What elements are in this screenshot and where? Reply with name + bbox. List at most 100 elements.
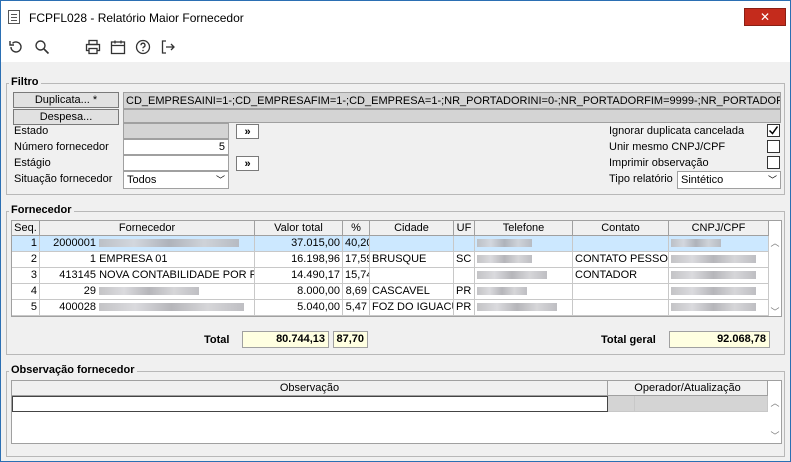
search-icon[interactable]: [33, 38, 51, 56]
estado-field[interactable]: [123, 123, 229, 139]
row-cidade[interactable]: [370, 268, 454, 284]
redacted-text: [671, 287, 756, 296]
toolbar: [1, 32, 790, 62]
col-header-operador[interactable]: Operador/Atualização: [608, 381, 768, 396]
row-pct[interactable]: 8,69: [343, 284, 370, 300]
row-telefone[interactable]: [475, 236, 573, 252]
row-cidade[interactable]: [370, 236, 454, 252]
total-valor: 80.744,13: [242, 331, 329, 348]
scroll-down-icon[interactable]: ﹀: [769, 305, 781, 316]
col-header-percent[interactable]: %: [343, 221, 370, 236]
row-uf[interactable]: PR: [454, 300, 475, 316]
row-cnpj[interactable]: [669, 300, 769, 316]
despesa-button[interactable]: Despesa...: [13, 109, 119, 125]
row-pct[interactable]: 40,20: [343, 236, 370, 252]
col-header-uf[interactable]: UF: [454, 221, 475, 236]
row-seq[interactable]: 5: [12, 300, 40, 316]
imprimir-observacao-checkbox[interactable]: [767, 156, 780, 169]
row-telefone[interactable]: [475, 300, 573, 316]
redacted-text: [671, 303, 756, 312]
row-cidade[interactable]: CASCAVEL: [370, 284, 454, 300]
row-pct[interactable]: 5,47: [343, 300, 370, 316]
ignorar-duplicata-checkbox[interactable]: [767, 124, 780, 137]
tipo-relatorio-value: Sintético: [681, 174, 724, 186]
row-cnpj[interactable]: [669, 268, 769, 284]
row-contato[interactable]: CONTATO PESSOA: [573, 252, 669, 268]
row-contato[interactable]: CONTADOR: [573, 268, 669, 284]
row-cnpj[interactable]: [669, 252, 769, 268]
row-telefone[interactable]: [475, 284, 573, 300]
col-header-observacao[interactable]: Observação: [12, 381, 608, 396]
estagio-more-button[interactable]: »: [236, 156, 259, 171]
row-contato[interactable]: [573, 236, 669, 252]
row-seq[interactable]: 3: [12, 268, 40, 284]
row-cnpj[interactable]: [669, 284, 769, 300]
row-valor[interactable]: 14.490,17: [255, 268, 343, 284]
duplicata-button[interactable]: Duplicata... *: [13, 92, 119, 108]
row-seq[interactable]: 2: [12, 252, 40, 268]
row-seq[interactable]: 1: [12, 236, 40, 252]
row-pct[interactable]: 15,74: [343, 268, 370, 284]
row-codigo: 29: [83, 285, 96, 297]
close-button[interactable]: ✕: [744, 8, 786, 26]
exit-icon[interactable]: [159, 38, 177, 56]
unir-cnpj-checkbox[interactable]: [767, 140, 780, 153]
row-valor[interactable]: 16.198,96: [255, 252, 343, 268]
window-title: FCPFL028 - Relatório Maior Fornecedor: [29, 11, 244, 25]
observacao-cell[interactable]: [12, 396, 608, 412]
help-icon[interactable]: [134, 38, 152, 56]
refresh-icon[interactable]: [7, 38, 25, 56]
row-codigo: 413145: [59, 269, 96, 281]
scroll-down-icon[interactable]: ﹀: [769, 429, 781, 442]
total-label: Total: [204, 334, 230, 346]
table-row[interactable]: 2000001: [40, 236, 255, 252]
col-header-cnpj[interactable]: CNPJ/CPF: [669, 221, 769, 236]
scroll-up-icon[interactable]: ︿: [769, 236, 781, 249]
row-cidade[interactable]: FOZ DO IGUACU: [370, 300, 454, 316]
table-row[interactable]: 29: [40, 284, 255, 300]
redacted-text: [671, 271, 756, 280]
estado-label: Estado: [14, 125, 49, 137]
col-header-valor-total[interactable]: Valor total: [255, 221, 343, 236]
row-cidade[interactable]: BRUSQUE: [370, 252, 454, 268]
table-row[interactable]: 1 EMPRESA 01: [40, 252, 255, 268]
print-icon[interactable]: [84, 38, 102, 56]
col-header-telefone[interactable]: Telefone: [475, 221, 573, 236]
redacted-text: [477, 271, 547, 280]
table-row[interactable]: 400028: [40, 300, 255, 316]
col-header-seq[interactable]: Seq.: [12, 221, 40, 236]
row-telefone[interactable]: [475, 268, 573, 284]
col-header-fornecedor[interactable]: Fornecedor: [40, 221, 255, 236]
redacted-text: [99, 239, 240, 248]
redacted-text: [477, 303, 557, 312]
imprimir-observacao-label: Imprimir observação: [609, 157, 709, 169]
row-uf[interactable]: [454, 236, 475, 252]
row-cnpj[interactable]: [669, 236, 769, 252]
row-valor[interactable]: 37.015,00: [255, 236, 343, 252]
col-header-contato[interactable]: Contato: [573, 221, 669, 236]
redacted-text: [671, 239, 721, 248]
row-contato[interactable]: [573, 284, 669, 300]
scroll-up-icon[interactable]: ︿: [769, 396, 781, 409]
situacao-fornecedor-select[interactable]: Todos ﹀: [123, 171, 229, 189]
row-uf[interactable]: SC: [454, 252, 475, 268]
row-pct[interactable]: 17,59: [343, 252, 370, 268]
row-valor[interactable]: 5.040,00: [255, 300, 343, 316]
row-telefone[interactable]: [475, 252, 573, 268]
row-contato[interactable]: [573, 300, 669, 316]
numero-fornecedor-field[interactable]: 5: [123, 139, 229, 155]
estado-more-button[interactable]: »: [236, 124, 259, 139]
row-seq[interactable]: 4: [12, 284, 40, 300]
col-header-cidade[interactable]: Cidade: [370, 221, 454, 236]
row-uf[interactable]: PR: [454, 284, 475, 300]
tipo-relatorio-select[interactable]: Sintético ﹀: [677, 171, 781, 189]
situacao-fornecedor-value: Todos: [127, 174, 157, 186]
estagio-field[interactable]: [123, 155, 229, 171]
redacted-text: [99, 303, 245, 312]
row-nome: NOVA CONTABILIDADE POR F: [99, 269, 255, 281]
table-row[interactable]: 413145 NOVA CONTABILIDADE POR F: [40, 268, 255, 284]
row-valor[interactable]: 8.000,00: [255, 284, 343, 300]
calendar-icon[interactable]: [109, 38, 127, 56]
row-uf[interactable]: [454, 268, 475, 284]
title-bar: FCPFL028 - Relatório Maior Fornecedor ✕: [1, 1, 790, 32]
